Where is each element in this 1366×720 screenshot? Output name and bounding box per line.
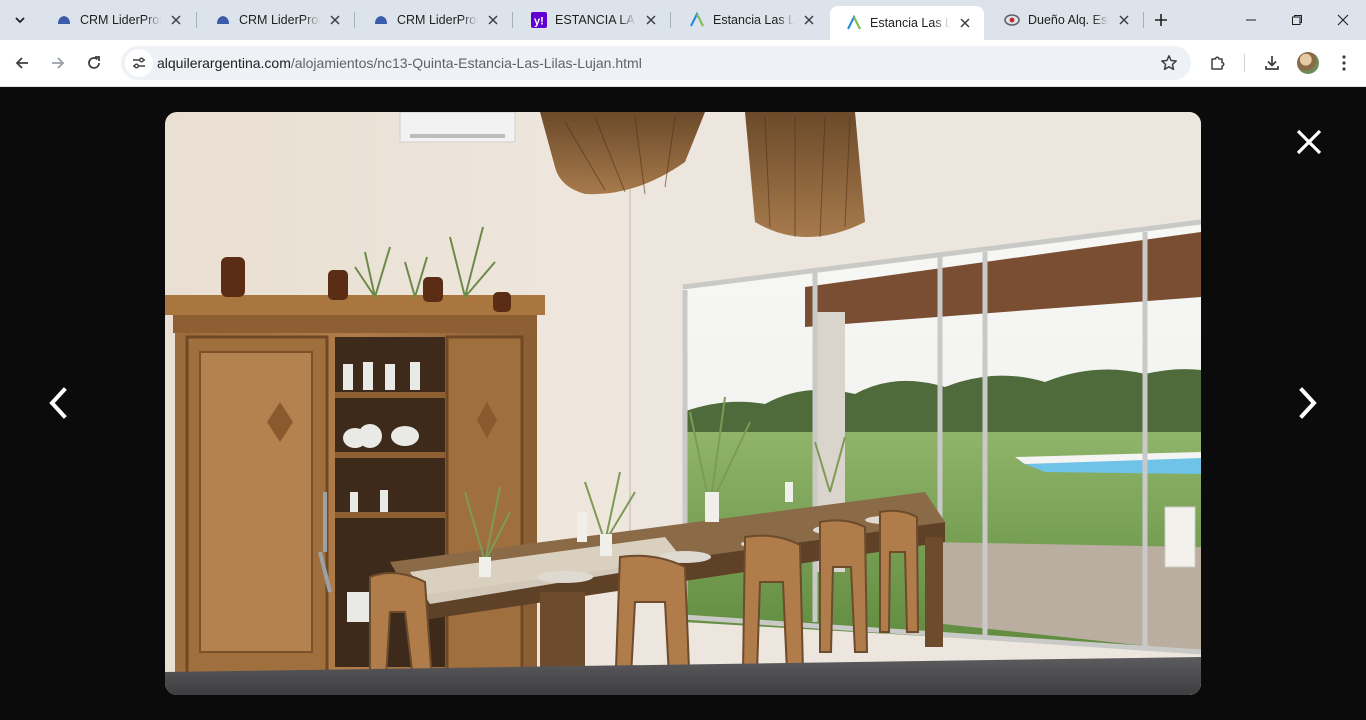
tab-title: CRM LiderProp: [239, 13, 320, 27]
crm-liderprop-favicon: [56, 12, 72, 28]
arrow-right-icon: [52, 57, 65, 69]
close-viewer-button[interactable]: [1289, 122, 1329, 162]
tab-estancia-1[interactable]: Estancia Las Lilas: [673, 0, 828, 40]
minimize-icon: [1246, 19, 1256, 21]
crm-liderprop-favicon: [373, 12, 389, 28]
close-tab-icon[interactable]: [167, 11, 185, 29]
url-host: alquilerargentina.com: [157, 55, 291, 71]
chevron-left-icon: [49, 387, 67, 419]
tab-title: CRM LiderProp: [80, 13, 161, 27]
tab-title: Estancia Las Lilas: [870, 16, 950, 30]
photo-dining-room: [165, 112, 1201, 695]
tab-separator: [512, 12, 513, 28]
bookmark-button[interactable]: [1157, 51, 1181, 75]
minimize-button[interactable]: [1228, 0, 1274, 40]
tab-dueno[interactable]: Dueño Alq. Estancia: [988, 0, 1143, 40]
downloads-button[interactable]: [1257, 48, 1287, 78]
restore-icon: [1292, 15, 1302, 25]
tune-icon: [133, 57, 145, 69]
tab-title: CRM LiderProp: [397, 13, 478, 27]
plus-icon: [1155, 14, 1167, 26]
tab-search-button[interactable]: [8, 8, 32, 32]
arrow-left-icon: [15, 57, 28, 69]
tab-separator: [354, 12, 355, 28]
close-icon: [1337, 14, 1349, 26]
close-window-button[interactable]: [1320, 0, 1366, 40]
star-icon: [1161, 55, 1177, 71]
close-tab-icon[interactable]: [800, 11, 818, 29]
url-text[interactable]: alquilerargentina.com/alojamientos/nc13-…: [157, 55, 642, 71]
tab-estancia-active[interactable]: Estancia Las Lilas: [830, 6, 984, 40]
tab-separator: [196, 12, 197, 28]
address-bar[interactable]: alquilerargentina.com/alojamientos/nc13-…: [121, 46, 1191, 80]
tab-crm-1[interactable]: CRM LiderProp: [40, 0, 195, 40]
restore-button[interactable]: [1274, 0, 1320, 40]
close-icon: [1296, 129, 1322, 155]
extensions-button[interactable]: [1203, 48, 1233, 78]
close-tab-icon[interactable]: [642, 11, 660, 29]
chevron-down-icon: [15, 17, 25, 24]
new-tab-button[interactable]: [1150, 9, 1172, 31]
tab-title: ESTANCIA LAS LILAS: [555, 13, 636, 27]
browser-toolbar: alquilerargentina.com/alojamientos/nc13-…: [0, 40, 1366, 87]
previous-photo-button[interactable]: [38, 383, 78, 423]
reload-icon: [88, 56, 100, 69]
close-tab-icon[interactable]: [956, 14, 974, 32]
url-path: /alojamientos/nc13-Quinta-Estancia-Las-L…: [290, 55, 642, 71]
alquiler-argentina-favicon: [846, 15, 862, 31]
tab-strip: CRM LiderProp CRM LiderProp CRM LiderPro…: [0, 0, 1366, 40]
tab-crm-3[interactable]: CRM LiderProp: [357, 0, 512, 40]
toolbar-divider: [1244, 54, 1245, 72]
reload-button[interactable]: [79, 48, 109, 78]
yahoo-favicon: y!: [531, 12, 547, 28]
chevron-right-icon: [1299, 387, 1317, 419]
close-tab-icon[interactable]: [326, 11, 344, 29]
site-info-button[interactable]: [125, 49, 153, 77]
forward-button[interactable]: [43, 48, 73, 78]
tab-yahoo[interactable]: y! ESTANCIA LAS LILAS: [515, 0, 670, 40]
kebab-menu-icon: [1342, 55, 1346, 71]
tab-separator: [1143, 12, 1144, 28]
svg-text:y!: y!: [534, 16, 544, 28]
menu-button[interactable]: [1329, 48, 1359, 78]
tab-crm-2[interactable]: CRM LiderProp: [199, 0, 354, 40]
back-button[interactable]: [7, 48, 37, 78]
photo-lightbox: [0, 87, 1366, 720]
eye-favicon: [1004, 12, 1020, 28]
tab-title: Dueño Alq. Estancia: [1028, 13, 1109, 27]
close-tab-icon[interactable]: [1115, 11, 1133, 29]
download-icon: [1265, 56, 1279, 70]
puzzle-icon: [1211, 56, 1225, 70]
alquiler-argentina-favicon: [689, 12, 705, 28]
close-tab-icon[interactable]: [484, 11, 502, 29]
profile-avatar[interactable]: [1297, 52, 1319, 74]
tab-title: Estancia Las Lilas: [713, 13, 794, 27]
crm-liderprop-favicon: [215, 12, 231, 28]
next-photo-button[interactable]: [1288, 383, 1328, 423]
tab-separator: [670, 12, 671, 28]
gallery-photo: [165, 112, 1201, 695]
